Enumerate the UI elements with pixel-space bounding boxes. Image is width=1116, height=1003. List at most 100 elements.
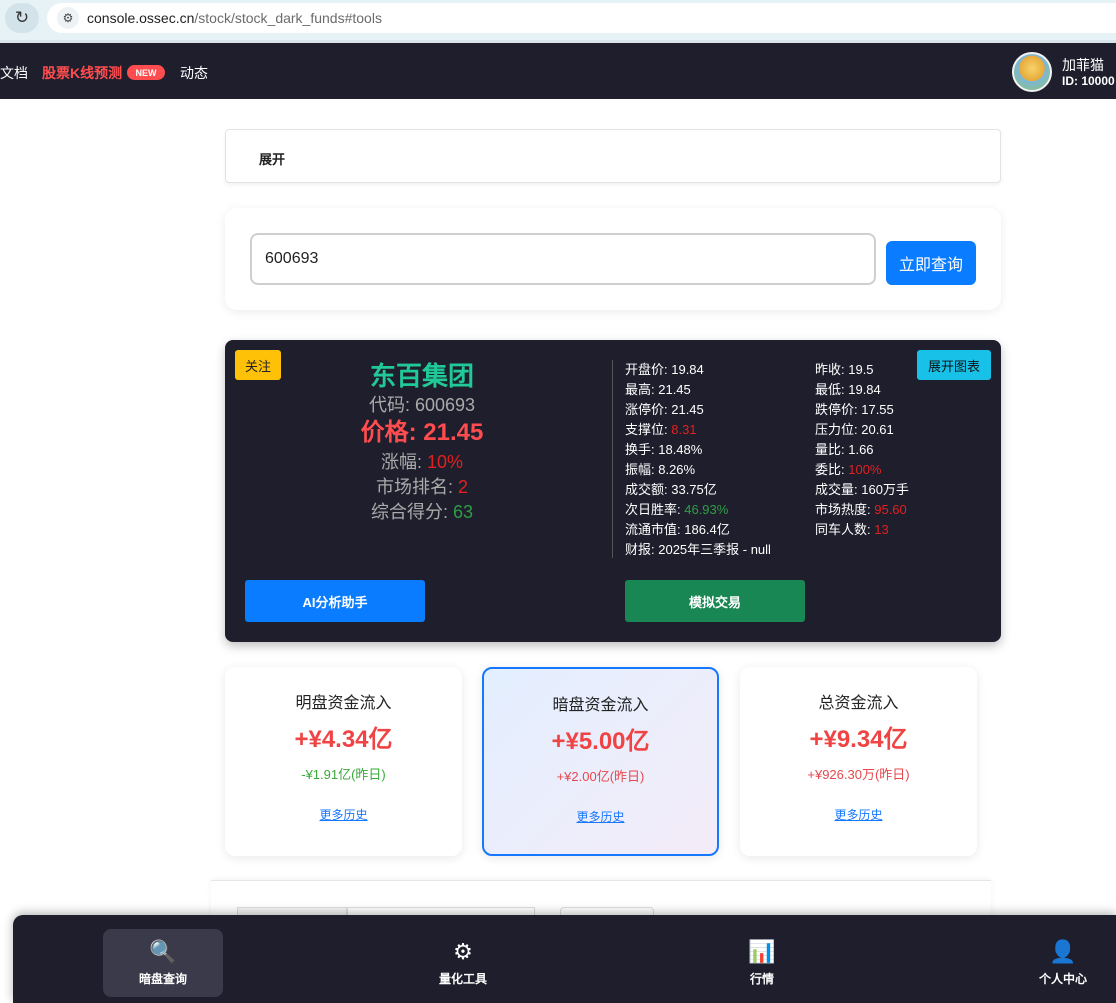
metric-label: 委比: — [815, 462, 849, 477]
metric-row: 开盘价: 19.84 — [625, 360, 771, 380]
more-history-link[interactable]: 更多历史 — [484, 808, 717, 825]
metric-label: 涨停价: — [625, 402, 672, 417]
nav-docs[interactable]: 文档 — [0, 63, 28, 83]
metrics-column-left: 开盘价: 19.84 最高: 21.45 涨停价: 21.45 支撑位: 8.31 换手… — [625, 360, 771, 560]
metric-value: 8.31 — [671, 422, 697, 437]
flow-title: 总资金流入 — [818, 695, 899, 712]
metric-value: 160万手 — [861, 482, 909, 497]
bottom-tab-bar: 🔍 暗盘查询 ⚙ 量化工具 📊 行情 👤 个人中心 — [13, 915, 1116, 1003]
metric-row: 涨停价: 21.45 — [625, 400, 771, 420]
metric-value: 100% — [848, 462, 882, 477]
nav-dynamics[interactable]: 动态 — [180, 63, 208, 83]
tab-dark-query[interactable]: 🔍 暗盘查询 — [103, 929, 223, 997]
metric-label: 支撑位: — [625, 422, 672, 437]
flow-yesterday: -¥1.91亿(昨日) — [301, 767, 386, 782]
metric-label: 次日胜率: — [625, 502, 685, 517]
search-icon: 🔍 — [149, 939, 177, 965]
market-rank: 市场排名: 2 — [375, 477, 469, 497]
stock-code-input[interactable] — [250, 233, 876, 285]
metric-row: 成交量: 160万手 — [815, 480, 909, 500]
composite-score: 综合得分: 63 — [370, 502, 474, 522]
metric-label: 同车人数: — [815, 522, 875, 537]
metric-value: 21.45 — [671, 402, 704, 417]
top-nav: 文档 股票K线预测 NEW 动态 加菲猫 ID: 10000 — [0, 43, 1116, 99]
metric-label: 换手: — [625, 442, 659, 457]
metric-label: 跌停价: — [815, 402, 862, 417]
address-bar[interactable]: ⚙ console.ossec.cn/stock/stock_dark_fund… — [47, 3, 1116, 33]
tab-label: 个人中心 — [1038, 971, 1087, 986]
metric-value: 46.93% — [684, 502, 729, 517]
metric-row: 同车人数: 13 — [815, 520, 909, 540]
metric-label: 最高: — [625, 382, 659, 397]
stock-price: 价格: 21.45 — [360, 419, 484, 446]
flow-value: +¥9.34亿 — [809, 726, 908, 753]
metric-value: 19.5 — [848, 362, 874, 377]
stock-name: 东百集团 — [369, 361, 474, 391]
expand-panel[interactable]: 展开 — [225, 129, 1001, 183]
url-text: console.ossec.cn/stock/stock_dark_funds#… — [87, 10, 382, 26]
tab-label: 行情 — [749, 971, 774, 986]
tab-quant-tools[interactable]: ⚙ 量化工具 — [403, 929, 523, 997]
metrics-column-right: 昨收: 19.5 最低: 19.84 跌停价: 17.55 压力位: 20.61 量比:… — [815, 360, 909, 540]
tab-label: 量化工具 — [438, 971, 487, 986]
metric-value: 17.55 — [861, 402, 894, 417]
expand-label[interactable]: 展开 — [259, 149, 285, 168]
metric-label: 量比: — [815, 442, 849, 457]
query-button[interactable]: 立即查询 — [886, 241, 976, 285]
metrics-divider — [612, 360, 613, 558]
bar-chart-icon: 📊 — [748, 939, 776, 965]
metric-value: 18.48% — [658, 442, 703, 457]
flow-yesterday: +¥926.30万(昨日) — [807, 767, 910, 782]
search-card: 立即查询 — [225, 208, 1001, 310]
new-badge: NEW — [127, 65, 165, 80]
metric-row: 支撑位: 8.31 — [625, 420, 771, 440]
metric-value: 186.4亿 — [684, 522, 730, 537]
metric-label: 财报: — [625, 542, 659, 557]
metric-label: 振幅: — [625, 462, 659, 477]
metric-label: 压力位: — [815, 422, 862, 437]
user-id: ID: 10000 — [1062, 74, 1115, 88]
metric-label: 流通市值: — [625, 522, 685, 537]
metric-row: 跌停价: 17.55 — [815, 400, 909, 420]
more-history-link[interactable]: 更多历史 — [740, 806, 977, 823]
stock-change: 涨幅: 10% — [380, 452, 464, 472]
metric-row: 换手: 18.48% — [625, 440, 771, 460]
metric-value: 19.84 — [671, 362, 704, 377]
metric-row: 流通市值: 186.4亿 — [625, 520, 771, 540]
nav-kline-prediction[interactable]: 股票K线预测 — [42, 63, 122, 83]
tab-market[interactable]: 📊 行情 — [702, 929, 822, 997]
metric-value: 19.84 — [848, 382, 881, 397]
metric-value: 8.26% — [658, 462, 696, 477]
avatar[interactable] — [1012, 52, 1052, 92]
user-icon: 👤 — [1049, 939, 1077, 965]
stock-info-card: 关注 展开图表 东百集团 代码: 600693 价格: 21.45 涨幅: 10… — [225, 340, 1001, 642]
metric-value: 2025年三季报 - null — [658, 542, 771, 557]
site-settings-icon[interactable]: ⚙ — [57, 7, 79, 29]
tab-profile[interactable]: 👤 个人中心 — [1003, 929, 1116, 997]
user-name[interactable]: 加菲猫 — [1062, 55, 1104, 75]
simulated-trade-button[interactable]: 模拟交易 — [625, 580, 805, 622]
flow-title: 明盘资金流入 — [295, 695, 392, 712]
flow-yesterday: +¥2.00亿(昨日) — [556, 769, 645, 784]
metric-label: 最低: — [815, 382, 849, 397]
metric-label: 市场热度: — [815, 502, 875, 517]
metric-row: 市场热度: 95.60 — [815, 500, 909, 520]
metric-row: 量比: 1.66 — [815, 440, 909, 460]
flow-card-dark[interactable]: 暗盘资金流入 +¥5.00亿 +¥2.00亿(昨日) 更多历史 — [482, 667, 719, 856]
flow-card-total[interactable]: 总资金流入 +¥9.34亿 +¥926.30万(昨日) 更多历史 — [740, 667, 977, 856]
metric-row: 昨收: 19.5 — [815, 360, 909, 380]
metric-value: 21.45 — [658, 382, 691, 397]
stock-summary: 东百集团 代码: 600693 价格: 21.45 涨幅: 10% 市场排名: … — [225, 358, 619, 525]
flow-value: +¥4.34亿 — [294, 726, 393, 753]
expand-chart-button[interactable]: 展开图表 — [917, 350, 991, 380]
reload-icon[interactable]: ↻ — [5, 3, 39, 33]
metric-label: 昨收: — [815, 362, 849, 377]
flow-title: 暗盘资金流入 — [552, 697, 649, 714]
metric-row: 最低: 19.84 — [815, 380, 909, 400]
browser-toolbar: ↻ ⚙ console.ossec.cn/stock/stock_dark_fu… — [0, 0, 1116, 40]
flow-value: +¥5.00亿 — [551, 728, 650, 755]
flow-card-open[interactable]: 明盘资金流入 +¥4.34亿 -¥1.91亿(昨日) 更多历史 — [225, 667, 462, 856]
metric-row: 压力位: 20.61 — [815, 420, 909, 440]
ai-analysis-button[interactable]: AI分析助手 — [245, 580, 425, 622]
more-history-link[interactable]: 更多历史 — [225, 806, 462, 823]
